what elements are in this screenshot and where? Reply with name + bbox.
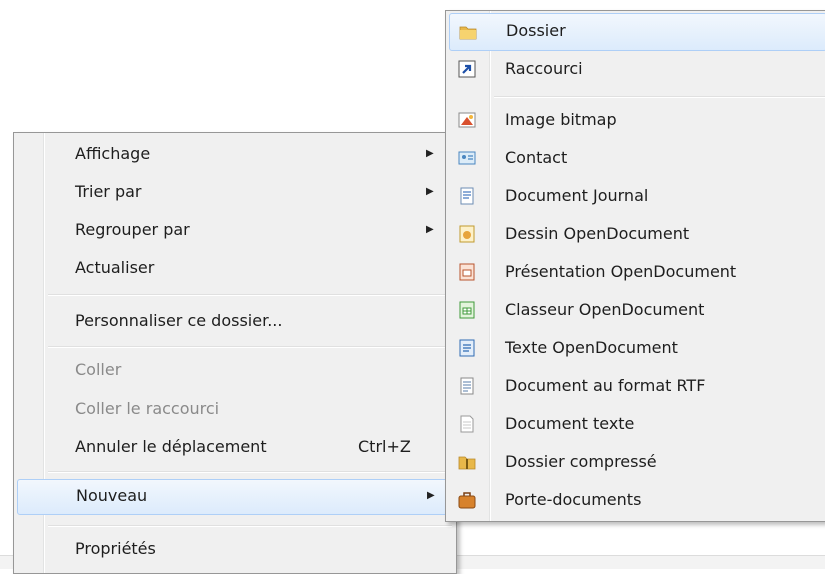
opendocument-text-icon	[459, 339, 475, 357]
submenu-arrow-icon: ▶	[426, 148, 434, 159]
menu-separator	[48, 294, 452, 296]
menu-separator	[48, 471, 452, 473]
menu-item-personnaliser[interactable]: Personnaliser ce dossier...	[17, 304, 453, 338]
menu-item-label: Annuler le déplacement	[75, 437, 267, 456]
compressed-folder-icon	[458, 456, 476, 470]
submenu-item-document-texte[interactable]: Document texte	[449, 406, 825, 442]
submenu-arrow-icon: ▶	[427, 490, 435, 501]
menu-separator	[48, 346, 452, 348]
submenu-item-document-journal[interactable]: Document Journal	[449, 178, 825, 214]
menu-item-trier-par[interactable]: Trier par ▶	[17, 175, 453, 209]
submenu-item-label: Document texte	[505, 414, 635, 433]
submenu-item-texte-opendocument[interactable]: Texte OpenDocument	[449, 330, 825, 366]
journal-document-icon	[460, 187, 474, 205]
menu-item-actualiser[interactable]: Actualiser	[17, 251, 453, 285]
submenu-item-label: Contact	[505, 148, 568, 167]
text-document-icon	[460, 415, 474, 433]
menu-item-label: Trier par	[75, 182, 142, 201]
submenu-item-porte-documents[interactable]: Porte-documents	[449, 482, 825, 518]
context-menu: Affichage ▶ Trier par ▶ Regrouper par ▶ …	[13, 132, 457, 574]
submenu-item-label: Dossier	[506, 21, 566, 40]
menu-item-label: Personnaliser ce dossier...	[75, 311, 283, 330]
submenu-item-contact[interactable]: Contact	[449, 140, 825, 176]
menu-item-coller-raccourci[interactable]: Coller le raccourci	[17, 392, 453, 426]
submenu-item-document-rtf[interactable]: Document au format RTF	[449, 368, 825, 404]
menu-separator	[48, 525, 452, 527]
menu-item-affichage[interactable]: Affichage ▶	[17, 137, 453, 171]
menu-item-regrouper-par[interactable]: Regrouper par ▶	[17, 213, 453, 247]
submenu-item-raccourci[interactable]: Raccourci	[449, 51, 825, 87]
menu-item-label: Nouveau	[76, 486, 148, 505]
submenu-item-label: Document au format RTF	[505, 376, 706, 395]
submenu-item-presentation-opendocument[interactable]: Présentation OpenDocument	[449, 254, 825, 290]
submenu-item-dossier[interactable]: Dossier	[449, 13, 825, 51]
submenu-item-label: Dessin OpenDocument	[505, 224, 690, 243]
menu-separator	[494, 96, 825, 98]
folder-icon	[459, 26, 477, 40]
shortcut-icon	[458, 60, 476, 78]
submenu-arrow-icon: ▶	[426, 186, 434, 197]
submenu-item-dossier-compresse[interactable]: Dossier compressé	[449, 444, 825, 480]
submenu-item-dessin-opendocument[interactable]: Dessin OpenDocument	[449, 216, 825, 252]
bitmap-image-icon	[458, 112, 476, 128]
opendocument-presentation-icon	[459, 263, 475, 281]
submenu-item-classeur-opendocument[interactable]: Classeur OpenDocument	[449, 292, 825, 328]
submenu-item-label: Raccourci	[505, 59, 583, 78]
submenu-item-label: Dossier compressé	[505, 452, 657, 471]
menu-item-label: Actualiser	[75, 258, 155, 277]
menu-item-label: Coller	[75, 360, 122, 379]
submenu-item-image-bitmap[interactable]: Image bitmap	[449, 102, 825, 138]
submenu-item-label: Texte OpenDocument	[505, 338, 678, 357]
rtf-document-icon	[460, 377, 474, 395]
contact-icon	[458, 151, 476, 165]
submenu-item-label: Image bitmap	[505, 110, 617, 129]
submenu-item-label: Document Journal	[505, 186, 649, 205]
opendocument-drawing-icon	[459, 225, 475, 243]
opendocument-spreadsheet-icon	[459, 301, 475, 319]
menu-item-label: Regrouper par	[75, 220, 190, 239]
menu-item-label: Propriétés	[75, 539, 156, 558]
menu-item-annuler-deplacement[interactable]: Annuler le déplacement Ctrl+Z	[17, 430, 453, 464]
submenu-item-label: Porte-documents	[505, 490, 642, 509]
menu-item-coller[interactable]: Coller	[17, 353, 453, 387]
menu-item-proprietes[interactable]: Propriétés	[17, 532, 453, 566]
menu-item-label: Affichage	[75, 144, 151, 163]
new-submenu: Dossier Raccourci Image bitmap Contact D…	[445, 10, 825, 522]
submenu-arrow-icon: ▶	[426, 224, 434, 235]
submenu-item-label: Présentation OpenDocument	[505, 262, 737, 281]
submenu-item-label: Classeur OpenDocument	[505, 300, 705, 319]
briefcase-icon	[458, 492, 476, 509]
menu-item-label: Coller le raccourci	[75, 399, 220, 418]
menu-item-shortcut: Ctrl+Z	[358, 437, 411, 456]
menu-item-nouveau[interactable]: Nouveau ▶	[17, 479, 453, 515]
